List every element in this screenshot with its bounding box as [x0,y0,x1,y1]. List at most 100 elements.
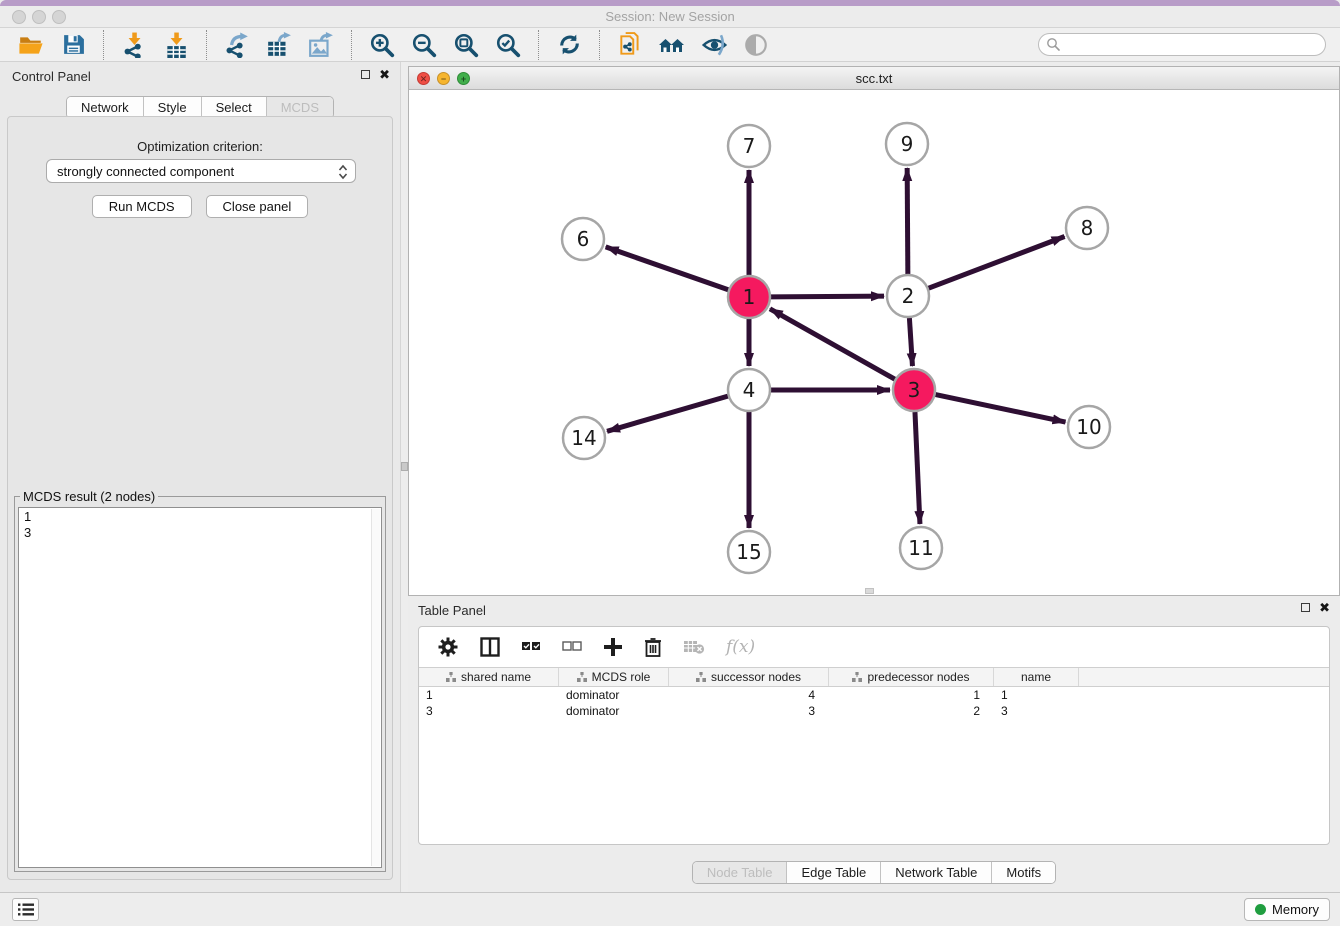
import-network-icon[interactable] [119,31,149,59]
edge-2-8[interactable] [929,237,1065,289]
node-label: 6 [577,227,590,251]
network-window-titlebar[interactable]: ✕ − + scc.txt [409,67,1339,90]
toolbar-separator [103,30,104,60]
divider-grip[interactable] [401,462,408,471]
tab-style[interactable]: Style [144,97,202,118]
run-mcds-button[interactable]: Run MCDS [92,195,192,218]
node-14[interactable]: 14 [563,417,605,459]
main-titlebar: Session: New Session [0,6,1340,28]
edge-2-9[interactable] [907,168,908,274]
column-header-predecessor-nodes[interactable]: predecessor nodes [829,668,994,686]
node-6[interactable]: 6 [562,218,604,260]
function-builder-icon[interactable]: f(x) [726,637,755,657]
column-header-label: MCDS role [592,670,651,684]
edge-2-3[interactable] [909,318,912,366]
hide-selected-icon[interactable] [699,31,729,59]
network-view-window: ✕ − + scc.txt 7 9 6 8 1 2 4 3 14 10 15 11 [408,66,1340,596]
select-all-rows-icon[interactable] [521,639,541,655]
tab-network[interactable]: Network [67,97,144,118]
node-15[interactable]: 15 [728,531,770,573]
select-stepper-icon [338,164,348,180]
export-table-icon[interactable] [264,31,294,59]
mcds-result-lines: 13 [24,509,376,541]
edge-4-14[interactable] [607,396,728,431]
edge-3-1[interactable] [770,309,895,379]
close-table-panel-icon[interactable]: ✖ [1319,601,1330,614]
result-line: 1 [24,509,376,525]
mcds-result-box[interactable]: 13 [18,507,382,868]
table-cell: 3 [994,703,1079,719]
list-icon [17,902,35,917]
criterion-select[interactable]: strongly connected component [46,159,356,183]
task-history-button[interactable] [12,898,39,921]
node-8[interactable]: 8 [1066,207,1108,249]
node-table: f(x) shared name MCDS role successor nodes… [418,626,1330,845]
node-1[interactable]: 1 [728,276,770,318]
table-row[interactable]: 3dominator323 [419,703,1329,719]
table-tabs: Node TableEdge TableNetwork TableMotifs [692,861,1056,884]
network-resize-grip[interactable] [865,588,874,594]
toggle-column-display-icon[interactable] [480,637,500,657]
column-header-successor-nodes[interactable]: successor nodes [669,668,829,686]
save-session-icon[interactable] [58,31,88,59]
network-graph: 7 9 6 8 1 2 4 3 14 10 15 11 [409,90,1339,595]
mcds-tab-content: Optimization criterion: strongly connect… [7,116,393,880]
column-header-label: successor nodes [711,670,801,684]
memory-button[interactable]: Memory [1244,898,1330,921]
result-scrollbar[interactable] [371,509,380,866]
zoom-fit-icon[interactable] [451,31,481,59]
import-table-icon[interactable] [161,31,191,59]
flow-column-icon [577,672,587,682]
node-2[interactable]: 2 [887,275,929,317]
zoom-in-icon[interactable] [367,31,397,59]
export-image-icon[interactable] [306,31,336,59]
delete-table-icon[interactable] [683,639,705,655]
table-tab-node-table[interactable]: Node Table [693,862,788,883]
float-panel-icon[interactable] [361,70,370,79]
control-panel: Control Panel ✖ NetworkStyleSelectMCDS O… [0,62,400,892]
first-neighbors-icon[interactable] [657,31,687,59]
node-9[interactable]: 9 [886,123,928,165]
table-tab-motifs[interactable]: Motifs [992,862,1055,883]
toolbar-search [1038,33,1326,56]
apply-layout-icon[interactable] [554,31,584,59]
edge-3-11[interactable] [915,412,920,524]
node-10[interactable]: 10 [1068,406,1110,448]
node-11[interactable]: 11 [900,527,942,569]
tab-select[interactable]: Select [202,97,267,118]
node-4[interactable]: 4 [728,369,770,411]
add-column-icon[interactable] [603,637,623,657]
edge-1-6[interactable] [606,247,729,290]
copy-network-view-icon[interactable] [615,31,645,59]
table-tab-edge-table[interactable]: Edge Table [787,862,881,883]
table-cell: 2 [829,703,994,719]
edge-3-10[interactable] [936,395,1066,422]
column-header-name[interactable]: name [994,668,1079,686]
float-table-panel-icon[interactable] [1301,603,1310,612]
settings-gear-icon[interactable] [437,636,459,658]
zoom-out-icon[interactable] [409,31,439,59]
tab-mcds[interactable]: MCDS [267,97,333,118]
table-row[interactable]: 1dominator411 [419,687,1329,703]
close-panel-icon[interactable]: ✖ [379,68,390,81]
node-3[interactable]: 3 [893,369,935,411]
column-header-label: predecessor nodes [867,670,969,684]
column-header-shared-name[interactable]: shared name [419,668,559,686]
node-7[interactable]: 7 [728,125,770,167]
panel-split-divider[interactable] [400,62,408,892]
search-input[interactable] [1038,33,1326,56]
table-tab-network-table[interactable]: Network Table [881,862,992,883]
edge-1-2[interactable] [771,296,884,297]
deselect-all-rows-icon[interactable] [562,639,582,655]
open-session-icon[interactable] [16,31,46,59]
table-cell: dominator [559,687,669,703]
delete-column-icon[interactable] [644,637,662,657]
network-canvas[interactable]: 7 9 6 8 1 2 4 3 14 10 15 11 [409,90,1339,595]
export-network-icon[interactable] [222,31,252,59]
table-header-row: shared name MCDS role successor nodes prede… [419,667,1329,687]
zoom-selected-icon[interactable] [493,31,523,59]
show-all-icon[interactable] [741,31,771,59]
close-panel-button[interactable]: Close panel [206,195,309,218]
column-header-MCDS-role[interactable]: MCDS role [559,668,669,686]
column-header-label: name [1021,670,1051,684]
